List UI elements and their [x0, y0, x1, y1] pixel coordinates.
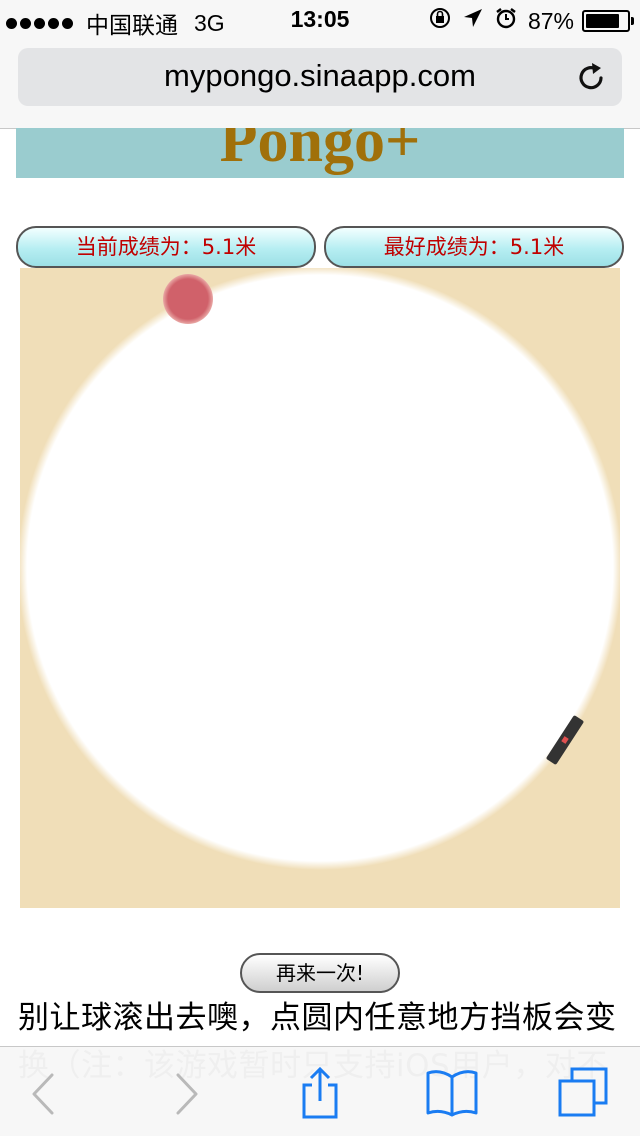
url-field[interactable]: mypongo.sinaapp.com — [18, 48, 622, 106]
bookmarks-icon[interactable] — [424, 1067, 480, 1119]
alarm-icon — [494, 6, 518, 36]
location-arrow-icon — [462, 7, 484, 35]
status-bar: 中国联通 3G 13:05 87% — [0, 0, 640, 40]
battery-fill — [586, 14, 619, 28]
battery-percent: 87% — [527, 7, 574, 34]
current-score-button[interactable]: 当前成绩为：5.1米 — [16, 226, 316, 268]
game-svg[interactable] — [20, 268, 620, 908]
page-title: Pongo+ — [219, 128, 421, 175]
back-icon[interactable] — [22, 1067, 78, 1119]
title-banner: Pongo+ — [16, 128, 624, 178]
battery-icon — [582, 10, 634, 32]
url-text[interactable]: mypongo.sinaapp.com — [18, 58, 622, 94]
ball — [163, 274, 213, 324]
orientation-lock-icon — [428, 6, 452, 36]
retry-button[interactable]: 再来一次! — [240, 953, 400, 993]
share-icon[interactable] — [292, 1067, 348, 1119]
play-circle[interactable] — [20, 268, 620, 870]
address-bar: mypongo.sinaapp.com — [0, 40, 640, 129]
browser-screen: 中国联通 3G 13:05 87% mypongo.sinaapp.com Po… — [0, 0, 640, 1136]
status-right: 87% — [418, 6, 634, 36]
forward-icon[interactable] — [158, 1067, 214, 1119]
reload-icon[interactable] — [574, 60, 608, 94]
battery-tip — [631, 17, 634, 25]
best-score-button[interactable]: 最好成绩为：5.1米 — [324, 226, 624, 268]
game-canvas[interactable] — [20, 268, 620, 908]
bottom-toolbar — [0, 1046, 640, 1136]
tabs-icon[interactable] — [556, 1067, 612, 1119]
